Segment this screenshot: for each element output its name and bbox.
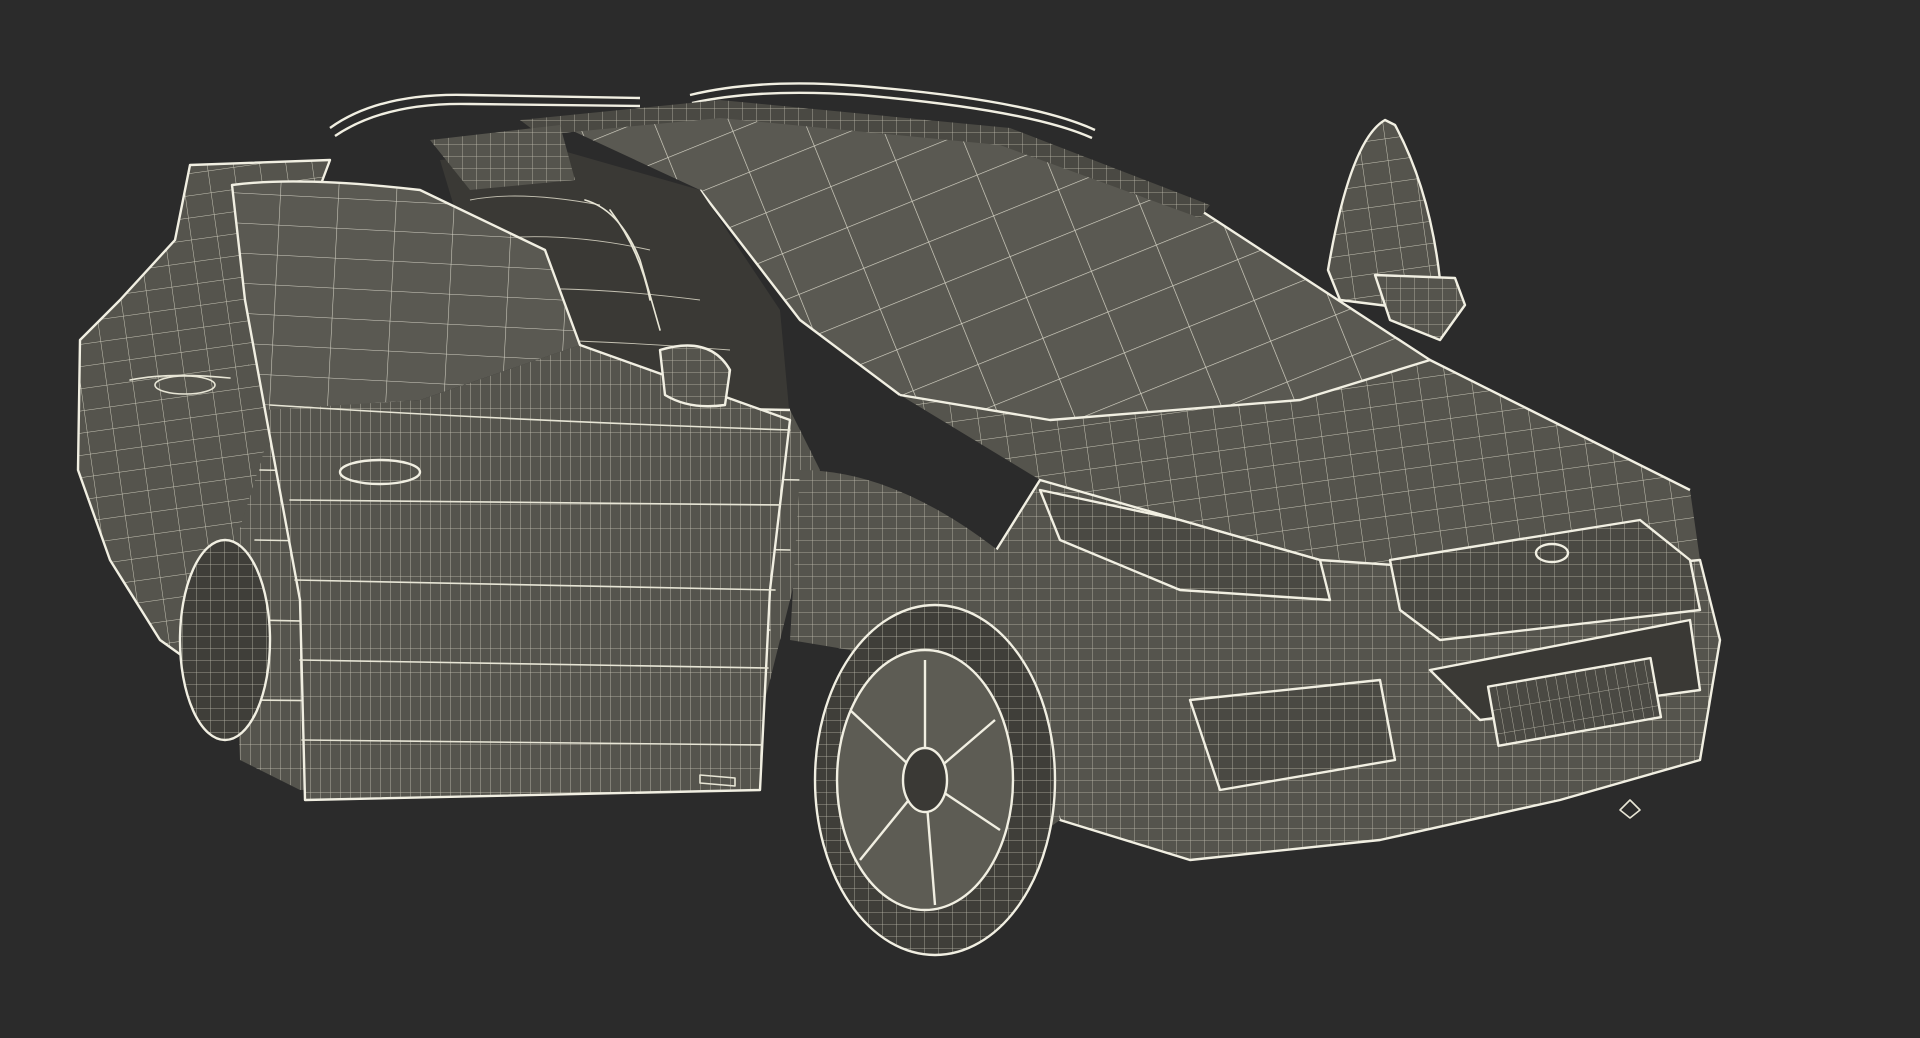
rear-wheel xyxy=(178,538,272,742)
render-viewport xyxy=(0,0,1920,1038)
car-wireframe-render xyxy=(76,82,1722,957)
